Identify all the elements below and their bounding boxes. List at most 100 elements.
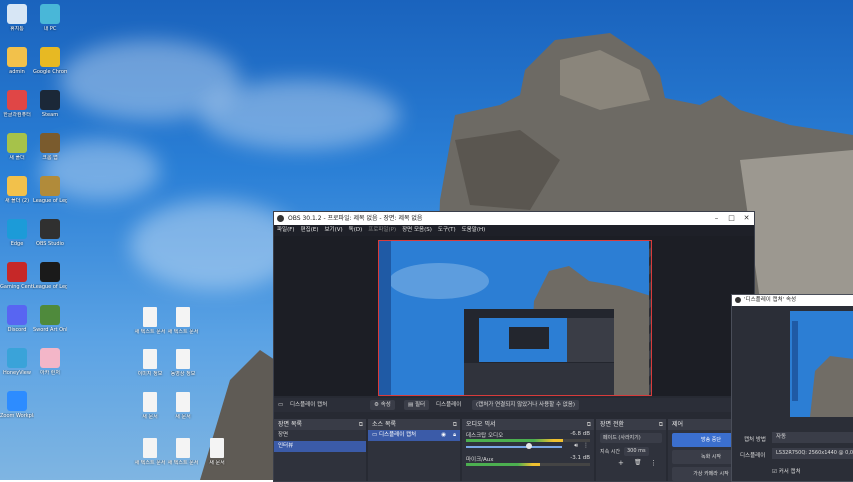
properties-dialog[interactable]: '디스플레이 캡처' 속성 캡처 방법 자동 디스플레이 LS32R750Q: … (731, 294, 853, 482)
document-icon (143, 307, 157, 327)
file-icon[interactable]: 새 문서 (166, 392, 200, 420)
desktop-icon[interactable]: Google Chrome (33, 47, 67, 75)
undock-icon[interactable]: ⧉ (453, 419, 457, 430)
cursor-capture-checkbox[interactable]: ☑ 커서 캡처 (772, 467, 801, 475)
menu-dock[interactable]: 독(D) (349, 225, 363, 236)
display-select[interactable]: (캡처가 연결되지 않았거나 사용할 수 없음) (472, 400, 580, 410)
file-label: 새 문서 (142, 414, 158, 420)
desktop-icon[interactable]: 새 폴더 (0, 133, 34, 161)
desktop-icon[interactable]: Steam (33, 90, 67, 118)
file-icon[interactable]: 새 문서 (200, 438, 234, 466)
desktop-icon[interactable]: 크롬 앱 (33, 133, 67, 161)
desktop-icon[interactable]: Sword Art Online (33, 305, 67, 333)
menu-profile[interactable]: 프로파일(P) (368, 225, 396, 236)
undock-icon[interactable]: ⧉ (659, 419, 663, 430)
desktop-icon-label: Sword Art Online (33, 327, 67, 333)
controls-header: 제어 (672, 421, 684, 428)
app-icon (40, 47, 60, 67)
app-icon (7, 391, 27, 411)
app-icon (40, 219, 60, 239)
scene-item-selected[interactable]: 인터뷰 (274, 441, 366, 452)
desktop-icon[interactable]: League of Legends (33, 176, 67, 204)
source-item[interactable]: ▭ 디스플레이 캡처 ◉ 🔒︎ (368, 430, 460, 441)
channel-db: -3.1 dB (570, 455, 590, 461)
lock-icon[interactable]: 🔒︎ (453, 430, 456, 441)
desktop-icon[interactable]: League of Legends (33, 262, 67, 290)
menu-file[interactable]: 파일(F) (277, 225, 295, 236)
app-icon (7, 133, 27, 153)
cursor-capture-label: 커서 캡처 (778, 469, 801, 475)
properties-titlebar[interactable]: '디스플레이 캡처' 속성 (732, 295, 853, 306)
filters-button[interactable]: ▤ 필터 (404, 400, 430, 410)
scene-item[interactable]: 장면 (274, 430, 366, 441)
document-icon (176, 349, 190, 369)
file-icon[interactable]: 새 문서 (133, 392, 167, 420)
obs-window[interactable]: OBS 30.1.2 - 프로파일: 제목 없음 - 장면: 제목 없음 – □… (273, 211, 755, 482)
desktop-icon[interactable]: Discord (0, 305, 34, 333)
file-label: 새 텍스트 문서 (134, 460, 166, 466)
desktop-icon[interactable]: 아카 런처 (33, 348, 67, 376)
app-icon (7, 262, 27, 282)
monitor-icon: ▭ (372, 432, 378, 438)
undock-icon[interactable]: ⧉ (587, 419, 591, 430)
file-icon[interactable]: 동영상 정보 (166, 349, 200, 377)
volume-slider[interactable] (466, 446, 562, 448)
desktop-icon[interactable]: Gaming Center (0, 262, 34, 290)
desktop-icon[interactable]: Edge (0, 219, 34, 247)
capture-method-select[interactable]: 자동 (772, 432, 853, 443)
transition-select[interactable]: 페이드 (사라지기) (600, 433, 662, 443)
scenes-dock: 장면 목록 ⧉ 장면 인터뷰 (274, 419, 366, 481)
desktop-icon[interactable]: OBS Studio (33, 219, 67, 247)
visibility-eye-icon[interactable]: ◉ (441, 430, 446, 441)
desktop-icon-label: 휴지통 (10, 26, 24, 32)
file-label: 새 문서 (175, 414, 191, 420)
file-icon[interactable]: 이미지 정보 (133, 349, 167, 377)
filter-icon: ▤ (408, 402, 414, 408)
file-label: 새 텍스트 문서 (167, 460, 199, 466)
obs-titlebar[interactable]: OBS 30.1.2 - 프로파일: 제목 없음 - 장면: 제목 없음 – □… (274, 212, 754, 225)
menu-edit[interactable]: 편집(E) (301, 225, 319, 236)
duration-input[interactable]: 300 ms (624, 447, 649, 456)
volume-slider-handle[interactable] (526, 443, 532, 449)
sources-header: 소스 목록 (372, 421, 396, 428)
desktop-icon[interactable]: 새 폴더 (2) (0, 176, 34, 204)
undock-icon[interactable]: ⧉ (359, 419, 363, 430)
desktop-icon[interactable]: admin (0, 47, 34, 75)
display-select[interactable]: LS32R750Q: 2560x1440 @ 0,0 (772, 448, 853, 459)
channel-name: 데스크탑 오디오 (466, 433, 504, 439)
desktop-icon[interactable]: 내 PC (33, 4, 67, 32)
scenes-header: 장면 목록 (278, 421, 302, 428)
properties-label: 속성 (380, 402, 391, 408)
desktop-icon-label: Steam (41, 112, 59, 118)
desktop-icon[interactable]: 한글과컴퓨터 (0, 90, 34, 118)
desktop-icon[interactable]: Zoom Workplace (0, 391, 34, 419)
desktop-icon[interactable]: HoneyView (0, 348, 34, 376)
menu-view[interactable]: 보기(V) (324, 225, 342, 236)
app-icon (7, 4, 27, 24)
close-button[interactable]: ✕ (739, 212, 754, 225)
audio-channel: 데스크탑 오디오 -6.8 dB 🔊︎ ⋮ (462, 430, 594, 454)
more-options-icon[interactable]: ⋮ (650, 459, 657, 467)
menu-scene-collection[interactable]: 장면 모음(S) (402, 225, 432, 236)
menu-tools[interactable]: 도구(T) (438, 225, 456, 236)
app-icon (7, 176, 27, 196)
obs-logo-icon (735, 297, 741, 303)
file-icon[interactable]: 새 텍스트 문서 (166, 438, 200, 466)
minimize-button[interactable]: – (709, 212, 724, 225)
trash-icon[interactable]: 🗑︎ (634, 459, 642, 466)
add-icon[interactable]: + (618, 459, 624, 467)
desktop-icon-label: League of Legends (33, 198, 67, 204)
properties-button[interactable]: ⚙ 속성 (370, 400, 395, 410)
desktop-icon-label: Discord (7, 327, 27, 333)
speaker-icon[interactable]: 🔊︎ (574, 442, 578, 450)
file-label: 새 문서 (209, 460, 225, 466)
more-options-icon[interactable]: ⋮ (583, 442, 589, 449)
desktop-icon[interactable]: 휴지통 (0, 4, 34, 32)
file-icon[interactable]: 새 텍스트 문서 (166, 307, 200, 335)
file-icon[interactable]: 새 텍스트 문서 (133, 438, 167, 466)
maximize-button[interactable]: □ (724, 212, 739, 225)
audio-mixer-dock: 오디오 믹서 ⧉ 데스크탑 오디오 -6.8 dB 🔊︎ ⋮ 마이크/Aux -3… (462, 419, 594, 481)
file-icon[interactable]: 새 텍스트 문서 (133, 307, 167, 335)
program-preview[interactable] (378, 240, 652, 396)
menu-help[interactable]: 도움말(H) (462, 225, 486, 236)
